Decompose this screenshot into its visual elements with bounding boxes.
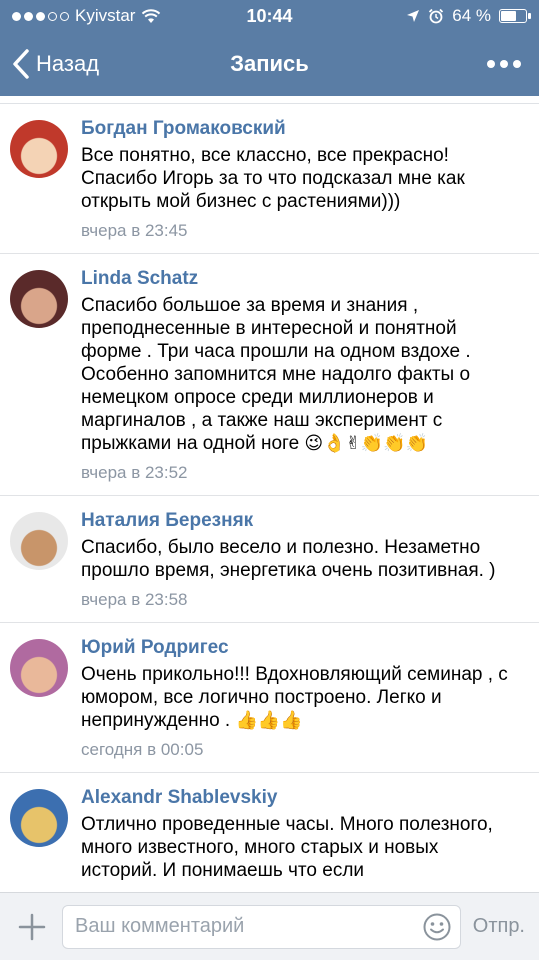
comment-item[interactable]: Юрий Родригес Очень прикольно!!! Вдохновл… bbox=[0, 623, 539, 773]
comment-author[interactable]: Юрий Родригес bbox=[81, 635, 509, 661]
wifi-icon bbox=[142, 9, 161, 23]
comment-body: Alexandr Shablevskiy Отлично проведенные … bbox=[81, 783, 527, 882]
smiley-icon bbox=[423, 913, 451, 940]
comment-text: Очень прикольно!!! Вдохновляющий семинар… bbox=[81, 663, 509, 732]
navigation-bar: Назад Запись bbox=[0, 32, 539, 96]
comment-composer: Отпр. bbox=[0, 892, 539, 960]
comment-emoji: 😉👌✌👏👏👏 bbox=[304, 433, 428, 453]
carrier-name: Kyivstar bbox=[75, 6, 136, 25]
status-left: Kyivstar bbox=[12, 6, 161, 26]
comment-input[interactable] bbox=[75, 915, 422, 938]
avatar[interactable] bbox=[10, 120, 68, 178]
comment-author[interactable]: Linda Schatz bbox=[81, 266, 509, 292]
comment-timestamp: вчера в 23:45 bbox=[81, 221, 188, 240]
back-button-label: Назад bbox=[36, 51, 100, 76]
comment-timestamp: сегодня в 00:05 bbox=[81, 740, 204, 759]
comment-timestamp: вчера в 23:52 bbox=[81, 463, 188, 482]
battery-fill bbox=[501, 11, 517, 21]
plus-icon bbox=[18, 913, 46, 940]
more-dot bbox=[500, 60, 508, 68]
comment-author[interactable]: Alexandr Shablevskiy bbox=[81, 785, 509, 811]
comment-emoji: 👍👍👍 bbox=[235, 710, 303, 730]
comment-text: Отлично проведенные часы. Много полезног… bbox=[81, 813, 509, 882]
comment-body: Богдан Громаковский Все понятно, все клас… bbox=[81, 114, 527, 241]
comment-text: Спасибо большое за время и знания , преп… bbox=[81, 294, 509, 455]
signal-strength-icon bbox=[12, 11, 69, 21]
attach-button[interactable] bbox=[10, 905, 54, 949]
comment-timestamp: вчера в 23:58 bbox=[81, 590, 188, 609]
avatar[interactable] bbox=[10, 789, 68, 847]
comment-item[interactable]: Наталия Березняк Спасибо, было весело и п… bbox=[0, 496, 539, 623]
comment-text: Все понятно, все классно, все прекрасно!… bbox=[81, 144, 509, 213]
comment-text-content: Отлично проведенные часы. Много полезног… bbox=[81, 814, 493, 881]
alarm-icon bbox=[429, 8, 444, 24]
comment-text: Спасибо, было весело и полезно. Незаметн… bbox=[81, 536, 509, 582]
comment-body: Наталия Березняк Спасибо, было весело и п… bbox=[81, 506, 527, 610]
comment-item[interactable]: Alexandr Shablevskiy Отлично проведенные … bbox=[0, 773, 539, 892]
comment-text-content: Спасибо большое за время и знания , преп… bbox=[81, 295, 471, 454]
comment-author[interactable]: Наталия Березняк bbox=[81, 508, 509, 534]
battery-percent: 64 % bbox=[452, 6, 491, 25]
emoji-button[interactable] bbox=[422, 912, 452, 942]
list-top-divider bbox=[0, 96, 539, 104]
location-arrow-icon bbox=[407, 10, 420, 22]
comment-text-content: Спасибо, было весело и полезно. Незаметн… bbox=[81, 537, 496, 581]
back-button[interactable]: Назад bbox=[12, 48, 99, 80]
comment-text-content: Все понятно, все классно, все прекрасно!… bbox=[81, 145, 465, 212]
avatar[interactable] bbox=[10, 270, 68, 328]
comment-author[interactable]: Богдан Громаковский bbox=[81, 116, 509, 142]
more-dot bbox=[513, 60, 521, 68]
comment-input-wrapper bbox=[62, 904, 461, 949]
app-header: Kyivstar 10:44 64 % Назад Запись bbox=[0, 0, 539, 96]
avatar[interactable] bbox=[10, 639, 68, 697]
comment-body: Юрий Родригес Очень прикольно!!! Вдохновл… bbox=[81, 633, 527, 760]
status-bar: Kyivstar 10:44 64 % bbox=[0, 0, 539, 32]
status-right: 64 % bbox=[406, 6, 531, 26]
send-button[interactable]: Отпр. bbox=[469, 915, 529, 938]
battery-icon bbox=[499, 9, 531, 23]
more-options-button[interactable] bbox=[481, 54, 527, 74]
avatar[interactable] bbox=[10, 512, 68, 570]
comment-body: Linda Schatz Спасибо большое за время и з… bbox=[81, 264, 527, 483]
chevron-left-icon bbox=[13, 49, 29, 79]
comment-item[interactable]: Богдан Громаковский Все понятно, все клас… bbox=[0, 104, 539, 254]
comment-item[interactable]: Linda Schatz Спасибо большое за время и з… bbox=[0, 254, 539, 496]
more-dot bbox=[487, 60, 495, 68]
comments-list[interactable]: Богдан Громаковский Все понятно, все клас… bbox=[0, 96, 539, 892]
